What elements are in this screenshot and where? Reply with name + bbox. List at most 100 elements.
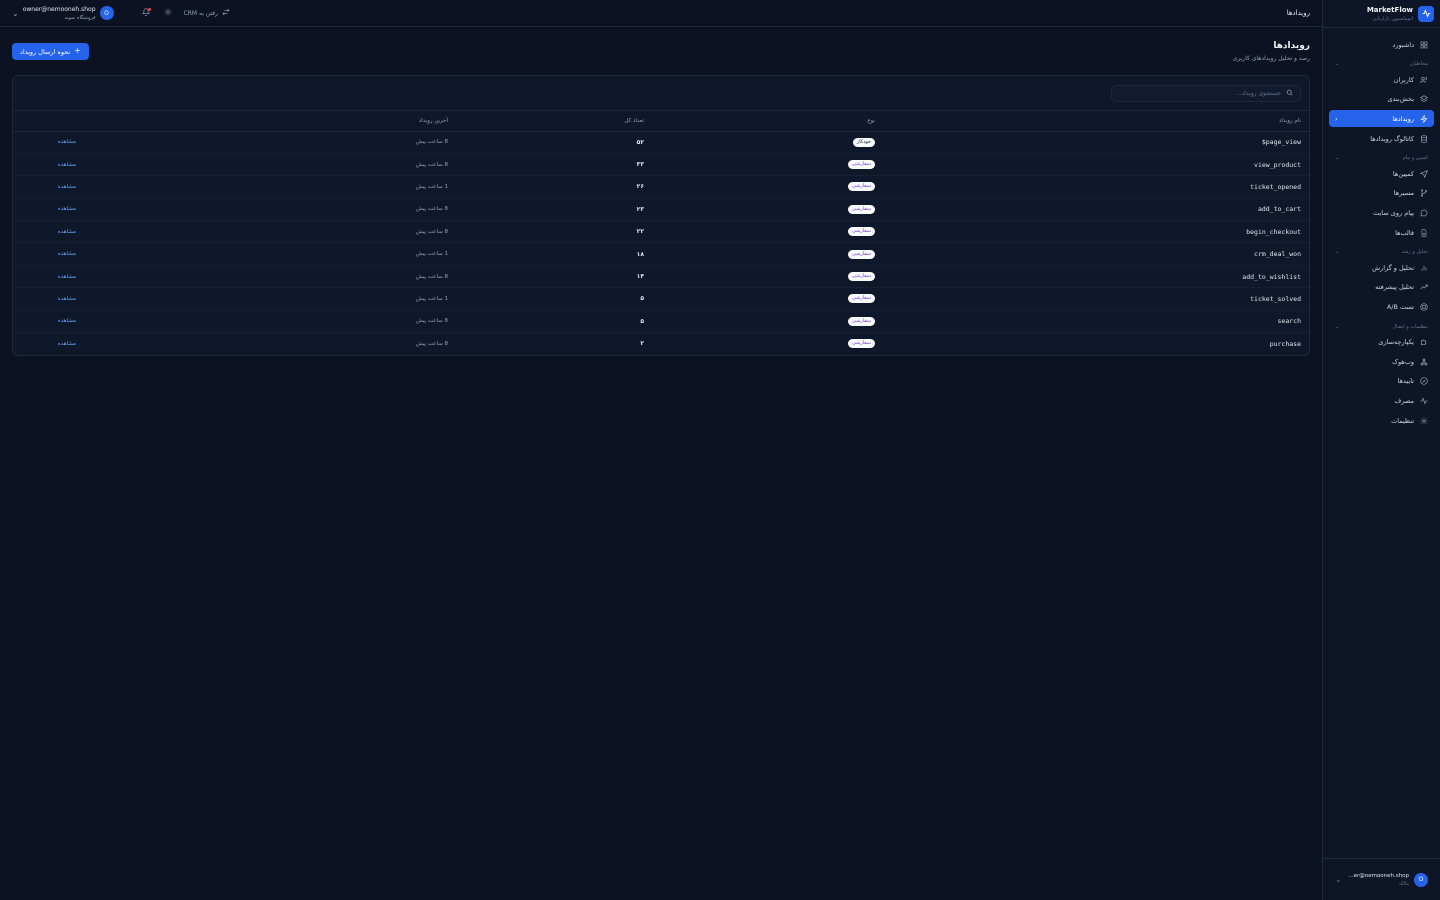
main-content: رویدادها رصد و تحلیل رویدادهای کاربری نح… xyxy=(0,27,1322,356)
event-count: ۲۲ xyxy=(456,220,652,244)
event-count: ۲۶ xyxy=(456,175,652,199)
event-type-badge: سفارشی xyxy=(847,204,875,214)
event-count: ۲ xyxy=(640,340,644,348)
column-header-name[interactable]: نام رویداد xyxy=(883,111,1309,132)
plus-icon xyxy=(74,47,81,56)
topbar: رویدادها ⌄ owner@nemooneh.shop فروشگاه ن… xyxy=(0,0,1322,27)
sidebar-item-segments[interactable]: بخش‌بندی xyxy=(1329,91,1434,108)
event-name: purchase xyxy=(1269,339,1301,348)
column-header-count[interactable]: تعداد کل xyxy=(456,111,652,132)
sidebar-item-ab-test[interactable]: تست A/B xyxy=(1329,299,1434,316)
search-input[interactable]: جستجوی رویداد... xyxy=(1111,84,1301,102)
view-event-link[interactable]: مشاهده xyxy=(13,310,196,334)
crm-link-label: رفتن به CRM xyxy=(183,9,218,17)
sidebar-item-label: قالب‌ها xyxy=(1395,228,1414,237)
sidebar-item-events[interactable]: رویدادها ‹ xyxy=(1329,110,1434,128)
sidebar-item-label: کمپین‌ها xyxy=(1392,169,1414,178)
sidebar-item-advanced-analytics[interactable]: تحلیل پیشرفته xyxy=(1329,279,1434,296)
go-to-crm-link[interactable]: رفتن به CRM xyxy=(184,8,230,18)
event-name: view_product xyxy=(883,153,1309,177)
event-last-seen: 1 ساعت پیش xyxy=(196,287,456,311)
event-last-seen: 8 ساعت پیش xyxy=(196,265,456,289)
event-count: ۳۳ xyxy=(456,153,652,177)
avatar: O xyxy=(1414,872,1428,887)
section-label: مخاطبان xyxy=(1409,61,1428,67)
button-label: نحوه ارسال رویداد xyxy=(20,47,71,56)
brand[interactable]: MarketFlow اتوماسیون بازاریابی xyxy=(1323,0,1440,28)
table-row[interactable]: ticket_solved سفارشی ۵ 1 ساعت پیش مشاهده xyxy=(13,287,1309,311)
sidebar-item-onsite-message[interactable]: پیام روی سایت xyxy=(1329,204,1434,221)
table-row[interactable]: ticket_opened سفارشی ۲۶ 1 ساعت پیش مشاهده xyxy=(13,175,1309,199)
sidebar-item-integrations[interactable]: یکپارچه‌سازی xyxy=(1329,334,1434,351)
events-table: نام رویداد نوع تعداد کل آخرین رویداد $pa… xyxy=(13,111,1309,355)
event-last-seen: 8 ساعت پیش xyxy=(196,153,456,177)
column-header-type[interactable]: نوع xyxy=(652,111,883,132)
how-to-send-event-button[interactable]: نحوه ارسال رویداد xyxy=(12,43,90,60)
sidebar-item-label: تنظیمات xyxy=(1391,416,1414,425)
view-event-link[interactable]: مشاهده xyxy=(13,265,196,289)
event-type-cell: سفارشی xyxy=(652,175,883,199)
event-name: add_to_cart xyxy=(883,198,1309,222)
view-event-link[interactable]: مشاهده xyxy=(13,287,196,311)
table-row[interactable]: $page_view خودکار ۵۲ 8 ساعت پیش مشاهده xyxy=(13,131,1309,154)
gear-icon xyxy=(1419,416,1428,425)
event-type-cell: سفارشی xyxy=(652,220,883,244)
sidebar-item-users[interactable]: کاربران xyxy=(1329,71,1434,88)
sidebar-item-reports[interactable]: تحلیل و گزارش xyxy=(1329,259,1434,276)
table-row[interactable]: begin_checkout سفارشی ۲۲ 8 ساعت پیش مشاهده xyxy=(13,220,1309,244)
database-icon xyxy=(1419,134,1428,143)
theme-toggle-button[interactable] xyxy=(162,7,174,19)
view-event-link[interactable]: مشاهده xyxy=(13,131,196,154)
grid-icon xyxy=(1419,40,1428,49)
sidebar-item-usage[interactable]: مصرف xyxy=(1329,393,1434,410)
view-event-link[interactable]: مشاهده xyxy=(13,153,196,177)
event-last-seen: 8 ساعت پیش xyxy=(415,340,448,347)
layers-icon xyxy=(1419,95,1428,104)
event-name: ticket_opened xyxy=(883,175,1309,199)
view-event-link[interactable]: مشاهده xyxy=(13,198,196,222)
sidebar-item-journeys[interactable]: مسیرها xyxy=(1329,185,1434,202)
view-event-link[interactable]: مشاهده xyxy=(13,220,196,244)
sidebar-item-dashboard[interactable]: داشبورد xyxy=(1329,36,1434,53)
view-event-link[interactable]: مشاهده xyxy=(13,333,196,355)
sidebar-section-audience[interactable]: مخاطبان ⌄ xyxy=(1329,57,1434,71)
table-row[interactable]: add_to_wishlist سفارشی ۱۴ 8 ساعت پیش مشاهده xyxy=(13,265,1309,289)
event-type-cell: سفارشی xyxy=(652,265,883,289)
table-row[interactable]: crm_deal_won سفارشی ۱۸ 1 ساعت پیش مشاهده xyxy=(13,242,1309,266)
sidebar-section-settings[interactable]: تنظیمات و اتصال ⌄ xyxy=(1329,320,1434,334)
event-count: ۵۲ xyxy=(456,131,652,154)
sidebar-item-campaigns[interactable]: کمپین‌ها xyxy=(1329,165,1434,182)
sidebar-section-campaigns[interactable]: کمپین و پیام ⌄ xyxy=(1329,151,1434,165)
table-row[interactable]: view_product سفارشی ۳۳ 8 ساعت پیش مشاهده xyxy=(13,153,1309,177)
sidebar-item-approvals[interactable]: تاییدها xyxy=(1329,373,1434,390)
table-row[interactable]: search سفارشی ۵ 8 ساعت پیش مشاهده xyxy=(13,310,1309,334)
sidebar-item-label: کاربران xyxy=(1393,75,1414,84)
search-placeholder: جستجوی رویداد... xyxy=(1235,89,1281,97)
sidebar-item-label: کاتالوگ رویدادها xyxy=(1370,134,1414,143)
send-icon xyxy=(1419,169,1428,178)
view-event-link[interactable]: مشاهده xyxy=(13,242,196,266)
event-count: ۲۳ xyxy=(456,198,652,222)
event-count: ۱۴ xyxy=(456,265,652,289)
sidebar-user-menu[interactable]: O ...er@nemooneh.shop مالک ⌄ xyxy=(1323,858,1440,900)
user-menu[interactable]: ⌄ owner@nemooneh.shop فروشگاه نمونه O xyxy=(12,6,114,21)
sidebar-item-event-catalog[interactable]: کاتالوگ رویدادها xyxy=(1329,130,1434,147)
view-event-link[interactable]: مشاهده xyxy=(13,175,196,199)
table-row[interactable]: add_to_cart سفارشی ۲۳ 8 ساعت پیش مشاهده xyxy=(13,198,1309,222)
target-icon xyxy=(1419,303,1428,312)
column-header-last[interactable]: آخرین رویداد xyxy=(196,111,456,132)
webhook-icon xyxy=(1419,357,1428,366)
sidebar-item-settings[interactable]: تنظیمات xyxy=(1329,412,1434,429)
notifications-button[interactable] xyxy=(140,7,152,19)
sidebar-item-templates[interactable]: قالب‌ها xyxy=(1329,224,1434,241)
sidebar-item-webhook[interactable]: وب‌هوک xyxy=(1329,353,1434,370)
sidebar-section-analytics[interactable]: تحلیل و رشد ⌄ xyxy=(1329,245,1434,259)
event-type-cell: خودکار xyxy=(652,131,883,154)
git-branch-icon xyxy=(1419,189,1428,198)
table-row[interactable]: purchase سفارشی ۲ 8 ساعت پیش مشاهده xyxy=(13,333,1309,355)
sidebar-item-label: پیام روی سایت xyxy=(1373,208,1414,217)
event-last-seen: 1 ساعت پیش xyxy=(196,175,456,199)
event-name: crm_deal_won xyxy=(883,242,1309,266)
sidebar-item-label: رویدادها xyxy=(1392,114,1414,123)
page-header: رویدادها رصد و تحلیل رویدادهای کاربری نح… xyxy=(12,41,1310,73)
